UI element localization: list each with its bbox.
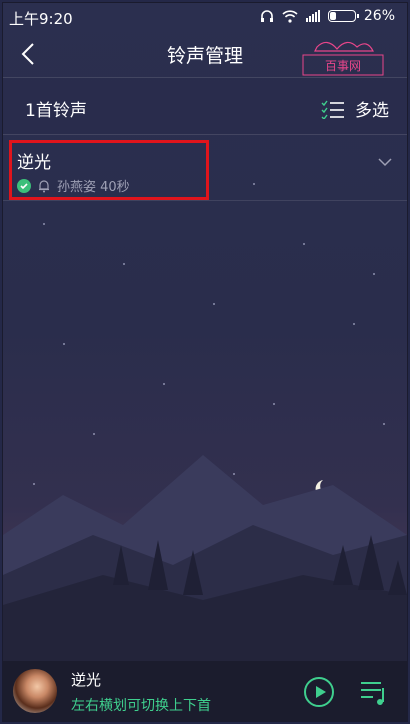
- multi-select-label: 多选: [355, 101, 389, 121]
- status-time: 上午9:20: [9, 10, 73, 28]
- ringtone-artist-duration: 孙燕姿 40秒: [57, 180, 130, 195]
- ringtone-title: 逆光: [17, 153, 51, 173]
- checklist-icon: [321, 100, 344, 119]
- chevron-down-icon[interactable]: [377, 156, 393, 168]
- check-circle-icon: [17, 178, 31, 193]
- player-song-title: 逆光: [71, 671, 102, 689]
- wifi-icon: [282, 9, 298, 23]
- multi-select-button[interactable]: 多选: [321, 96, 389, 121]
- list-item[interactable]: 逆光 孙燕姿 40秒: [3, 134, 407, 201]
- svg-text:百事网: 百事网: [325, 59, 361, 73]
- play-icon[interactable]: [303, 676, 335, 708]
- title-bar: 铃声管理 百事网: [3, 33, 407, 76]
- battery-percent: 26%: [363, 8, 395, 24]
- headset-icon: [260, 10, 273, 22]
- app-window: 上午9:20 26% 铃声管理 百事网 1首铃声 多选 逆光 孙燕姿 40秒 逆…: [2, 2, 408, 722]
- night-mountain-illustration: [3, 455, 407, 665]
- battery-icon: [327, 10, 359, 22]
- ringtone-count: 1首铃声: [25, 101, 87, 121]
- album-cover[interactable]: [13, 669, 57, 713]
- signal-icon: [305, 10, 320, 22]
- player-swipe-hint: 左右横划可切换上下首: [71, 698, 211, 714]
- mini-player[interactable]: 逆光 左右横划可切换上下首: [3, 661, 407, 721]
- playlist-icon[interactable]: [359, 678, 389, 706]
- ringtone-list-header: 1首铃声 多选: [3, 77, 407, 135]
- bell-icon: [39, 179, 49, 192]
- status-bar: 上午9:20 26%: [3, 3, 407, 33]
